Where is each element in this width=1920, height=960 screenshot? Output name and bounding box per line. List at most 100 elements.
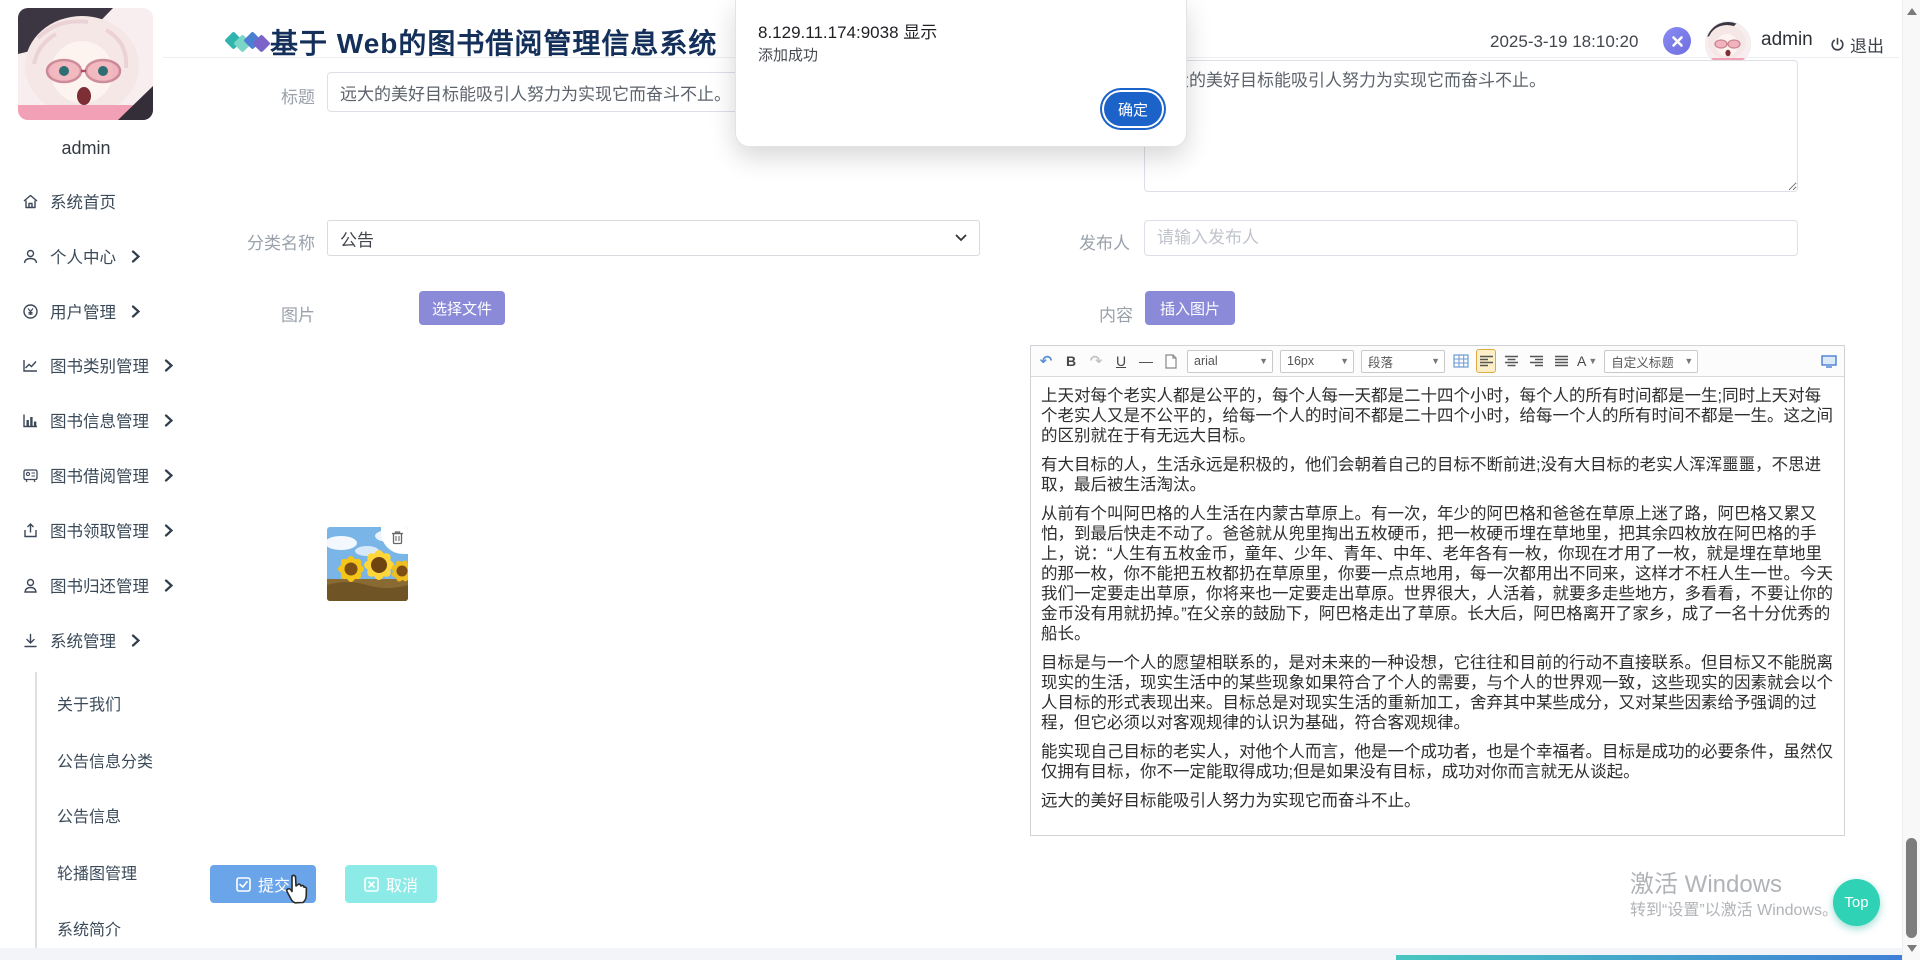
- scrollbar-down-arrow[interactable]: [1907, 945, 1917, 952]
- sidebar-item-label: 个人中心: [50, 244, 116, 268]
- submit-button[interactable]: 提交: [210, 865, 316, 903]
- alert-confirm-button[interactable]: 确定: [1104, 92, 1162, 126]
- sidebar-subitem-about-us[interactable]: 关于我们: [57, 691, 121, 715]
- sidebar-item-label: 图书信息管理: [50, 408, 149, 432]
- sidebar-subitem-system-intro[interactable]: 系统简介: [57, 916, 121, 940]
- summary-textarea[interactable]: 远大的美好目标能吸引人努力为实现它而奋斗不止。: [1144, 60, 1798, 192]
- bar-chart-icon: [22, 412, 39, 429]
- editor-toolbar: ↶ B ↷ U — arial▼ 16px▼ 段落 ▼: [1031, 346, 1844, 377]
- fullscreen-editor-icon[interactable]: [1820, 350, 1838, 372]
- editor-paragraph: 有大目标的人，生活永远是积极的，他们会朝着自己的目标不断前进;没有大目标的老实人…: [1041, 455, 1834, 495]
- choose-file-button[interactable]: 选择文件: [419, 291, 505, 325]
- rich-text-editor: ↶ B ↷ U — arial▼ 16px▼ 段落 ▼: [1030, 345, 1845, 836]
- custom-heading-select[interactable]: 自定义标题▼: [1604, 350, 1698, 373]
- chevron-down-icon: ▼: [1340, 356, 1349, 366]
- category-selected-value: 公告: [340, 226, 374, 251]
- checkbox-check-icon: [236, 877, 251, 892]
- sidebar-subitem-announcement-info[interactable]: 公告信息: [57, 803, 121, 827]
- sidebar-item-user-management[interactable]: 用户管理: [22, 298, 140, 324]
- sidebar-item-book-return[interactable]: 图书归还管理: [22, 572, 173, 598]
- alert-source-text: 8.129.11.174:9038 显示: [758, 18, 937, 43]
- undo-icon[interactable]: ↶: [1037, 350, 1055, 372]
- align-left-button[interactable]: [1477, 350, 1495, 372]
- datetime-text: 2025-3-19 18:10:20: [1490, 32, 1638, 52]
- chevron-down-icon: ▼: [1684, 356, 1693, 366]
- editor-paragraph: 远大的美好目标能吸引人努力为实现它而奋斗不止。: [1041, 791, 1834, 811]
- line-chart-icon: [22, 357, 39, 374]
- editor-paragraph: 上天对每个老实人都是公平的，每个人每一天都是二十四个小时，每个人的所有时间都是一…: [1041, 386, 1834, 446]
- align-right-button[interactable]: [1527, 350, 1545, 372]
- sidebar-item-book-category[interactable]: 图书类别管理: [22, 352, 173, 378]
- font-family-select[interactable]: arial▼: [1187, 350, 1273, 373]
- insert-image-button[interactable]: 插入图片: [1145, 291, 1235, 325]
- font-size-select[interactable]: 16px▼: [1280, 350, 1354, 373]
- home-icon: [22, 193, 39, 210]
- publisher-label: 发布人: [1010, 229, 1130, 254]
- person-icon: [22, 577, 39, 594]
- horizontal-rule-button[interactable]: —: [1137, 350, 1155, 372]
- chevron-down-icon: ▼: [1259, 356, 1268, 366]
- chevron-down-icon: [955, 234, 967, 242]
- redo-icon[interactable]: ↷: [1087, 350, 1105, 372]
- id-card-icon: [22, 467, 39, 484]
- bold-button[interactable]: B: [1062, 350, 1080, 372]
- chevron-right-icon: [164, 414, 173, 427]
- content-label: 内容: [1013, 301, 1133, 326]
- underline-button[interactable]: U: [1112, 350, 1130, 372]
- sidebar-item-label: 用户管理: [50, 299, 116, 323]
- submit-label: 提交: [258, 872, 290, 896]
- publisher-input[interactable]: [1144, 220, 1798, 256]
- coin-icon: [22, 303, 39, 320]
- download-icon: [22, 632, 39, 649]
- sidebar-item-book-pickup[interactable]: 图书领取管理: [22, 517, 173, 543]
- image-label: 图片: [195, 301, 315, 326]
- scrollbar-up-arrow[interactable]: [1907, 8, 1917, 15]
- chevron-right-icon: [164, 579, 173, 592]
- category-select[interactable]: 公告: [327, 220, 980, 256]
- font-color-button[interactable]: A▼: [1577, 350, 1597, 372]
- cancel-button[interactable]: 取消: [345, 865, 437, 903]
- share-box-icon: [22, 522, 39, 539]
- back-to-top-button[interactable]: Top: [1833, 879, 1880, 926]
- bottom-accent-bar: [1396, 955, 1903, 960]
- align-center-button[interactable]: [1502, 350, 1520, 372]
- close-x-icon: [1671, 35, 1684, 48]
- title-label: 标题: [195, 83, 315, 108]
- chevron-right-icon: [131, 250, 140, 263]
- activate-windows-subtext: 转到“设置”以激活 Windows。: [1630, 896, 1838, 920]
- page-scrollbar[interactable]: [1902, 0, 1920, 960]
- sidebar-item-label: 系统首页: [50, 189, 116, 213]
- sidebar-item-book-info[interactable]: 图书信息管理: [22, 407, 173, 433]
- fullscreen-button[interactable]: [1663, 27, 1691, 55]
- sidebar-subitem-carousel[interactable]: 轮播图管理: [57, 860, 137, 884]
- sidebar-item-label: 图书借阅管理: [50, 463, 149, 487]
- chevron-down-icon: ▼: [1588, 356, 1597, 366]
- align-justify-button[interactable]: [1552, 350, 1570, 372]
- page-title: 基于 Web的图书借阅管理信息系统: [270, 22, 717, 62]
- page-icon[interactable]: [1162, 350, 1180, 372]
- trash-icon: [391, 530, 404, 545]
- sidebar-item-label: 图书领取管理: [50, 518, 149, 542]
- box-x-icon: [364, 877, 379, 892]
- scrollbar-thumb[interactable]: [1906, 838, 1917, 938]
- sidebar-item-label: 图书归还管理: [50, 573, 149, 597]
- paragraph-format-select[interactable]: 段落 ▼: [1361, 350, 1445, 373]
- sidebar-item-system-management[interactable]: 系统管理: [22, 627, 140, 653]
- sidebar-avatar: [18, 8, 153, 120]
- chevron-right-icon: [164, 359, 173, 372]
- logout-button[interactable]: 退出: [1830, 32, 1884, 57]
- chevron-down-icon: ▼: [1431, 356, 1440, 366]
- app-logo: [227, 30, 273, 54]
- anime-avatar-image: [18, 8, 153, 120]
- header-username: admin: [1761, 29, 1813, 51]
- sidebar-subitem-announcement-category[interactable]: 公告信息分类: [57, 748, 153, 772]
- sidebar-item-book-borrow[interactable]: 图书借阅管理: [22, 462, 173, 488]
- font-color-a: A: [1577, 353, 1586, 369]
- paragraph-format-value: 段落: [1368, 352, 1393, 371]
- category-label: 分类名称: [195, 229, 315, 254]
- sidebar-item-personal-center[interactable]: 个人中心: [22, 243, 140, 269]
- editor-content[interactable]: 上天对每个老实人都是公平的，每个人每一天都是二十四个小时，每个人的所有时间都是一…: [1031, 377, 1844, 844]
- sidebar-item-home[interactable]: 系统首页: [22, 188, 116, 214]
- table-icon[interactable]: [1452, 350, 1470, 372]
- chevron-right-icon: [164, 469, 173, 482]
